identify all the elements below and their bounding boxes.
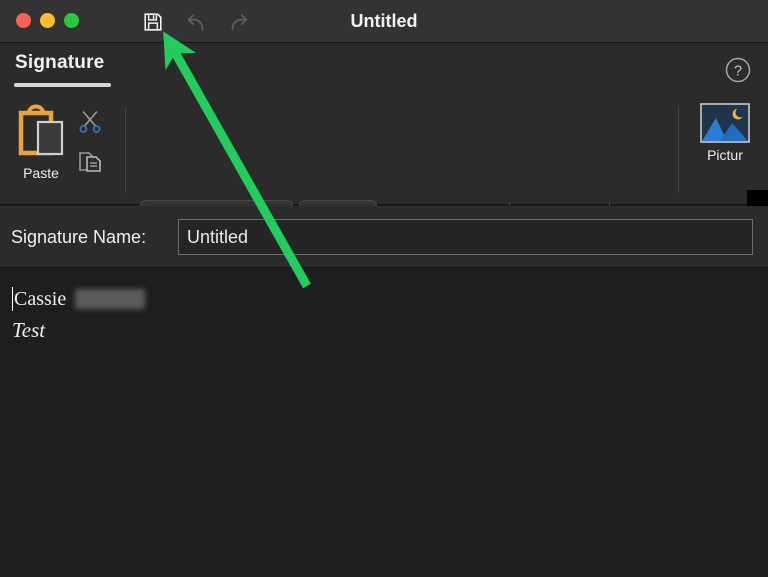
redacted-text-block [75,289,145,309]
maximize-window-button[interactable] [64,13,79,28]
save-button[interactable] [140,9,166,35]
paste-button[interactable]: Paste [12,103,70,191]
undo-icon [184,10,208,34]
text-caret [12,287,13,311]
help-button[interactable]: ? [724,56,752,84]
redo-icon [227,10,251,34]
group-divider [125,107,126,193]
paste-icon [13,103,69,161]
quick-access-toolbar [140,0,252,43]
window-title: Untitled [0,0,768,43]
picture-icon [700,103,750,143]
help-icon: ? [724,56,752,84]
ribbon: Paste Calib [0,95,768,205]
signature-editor-body[interactable]: Cassie Test [0,268,768,577]
minimize-window-button[interactable] [40,13,55,28]
picture-label: Pictur [707,147,743,163]
title-bar: Untitled [0,0,768,43]
picture-button[interactable]: Pictur [694,103,756,191]
group-divider [678,107,679,193]
paste-label: Paste [23,165,59,181]
copy-button[interactable] [75,147,105,177]
copy-icon [77,149,103,175]
traffic-lights [16,13,79,28]
close-window-button[interactable] [16,13,31,28]
svg-text:?: ? [734,64,742,80]
redo-button[interactable] [226,9,252,35]
clipboard-group: Paste [0,95,118,205]
scissors-icon [77,109,103,135]
signature-name-label: Signature Name: [11,227,146,248]
editor-line-2: Test [12,318,768,343]
ribbon-tab-strip: Signature ? [0,43,768,95]
signature-name-input[interactable] [178,219,753,255]
editor-line-1-text: Cassie [14,288,66,311]
editor-line-1: Cassie [12,286,768,312]
tab-signature[interactable]: Signature [15,52,104,74]
cut-button[interactable] [75,107,105,137]
app-window: Untitled Signature ? Paste [0,0,768,577]
save-icon [142,11,164,33]
tab-active-indicator [14,83,111,87]
undo-button[interactable] [183,9,209,35]
